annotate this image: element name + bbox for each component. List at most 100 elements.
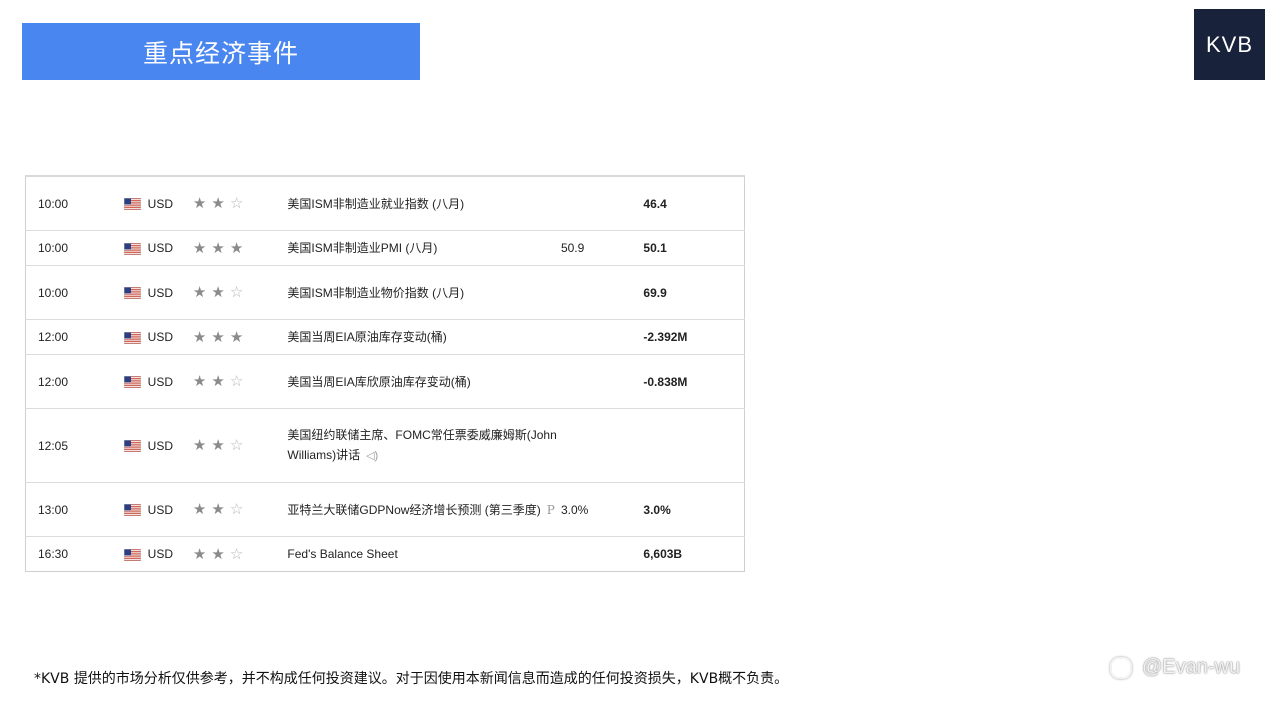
event-row: 12:00 USD ★ ★ ☆ 美国当周EIA库欣原油库存变动(桶) -0.838M xyxy=(25,354,745,409)
event-currency: USD xyxy=(147,354,193,409)
importance-stars: ★ ★ ★ xyxy=(192,230,288,266)
star-filled-icon: ★ xyxy=(192,328,207,346)
star-filled-icon: ★ xyxy=(192,373,207,390)
event-name: 亚特兰大联储GDPNow经济增长预测 (第三季度) xyxy=(287,502,541,517)
flag-cell xyxy=(123,482,148,537)
star-filled-icon: ★ xyxy=(211,373,225,390)
event-row: 10:00 USD ★ ★ ☆ 美国ISM非制造业就业指数 (八月) 46.4 xyxy=(25,176,745,231)
us-flag-icon xyxy=(123,197,141,211)
watermark-text: @Evan-wu xyxy=(1142,656,1241,678)
event-row: 16:30 USD ★ ★ ☆ Fed's Balance Sheet 6,603B xyxy=(26,537,745,572)
star-empty-icon: ☆ xyxy=(229,545,244,563)
star-empty-icon: ☆ xyxy=(229,284,244,301)
speaker-icon: ◁) xyxy=(366,450,379,462)
us-flag-icon xyxy=(123,331,141,345)
importance-stars: ★ ★ ☆ xyxy=(192,408,288,483)
us-flag-icon xyxy=(123,242,141,256)
event-name: 美国ISM非制造业PMI (八月) xyxy=(287,241,438,255)
event-currency: USD xyxy=(147,265,193,320)
event-row: 10:00 USD ★ ★ ★ 美国ISM非制造业PMI (八月) 50.9 50.1 xyxy=(25,230,745,266)
event-name: 美国ISM非制造业就业指数 (八月) xyxy=(287,196,465,211)
watermark: @Evan-wu xyxy=(1110,656,1240,679)
event-name: 美国ISM非制造业物价指数 (八月) xyxy=(287,285,465,300)
event-forecast xyxy=(560,408,644,483)
economic-events-table: 10:00 USD ★ ★ ☆ 美国ISM非制造业就业指数 (八月) 46.4 10:00 US… xyxy=(25,175,745,572)
event-row: 10:00 USD ★ ★ ☆ 美国ISM非制造业物价指数 (八月) 69.9 xyxy=(25,265,745,320)
event-row: 13:00 USD ★ ★ ☆ 亚特兰大联储GDPNow经济增长预测 (第三季度) P 3.0… xyxy=(25,482,745,537)
event-forecast xyxy=(560,176,644,231)
star-filled-icon: ★ xyxy=(211,239,225,257)
zhihu-icon xyxy=(1110,656,1132,679)
event-forecast xyxy=(560,265,644,320)
event-name: 美国当周EIA原油库存变动(桶) xyxy=(287,330,447,344)
event-cell: 美国当周EIA原油库存变动(桶) xyxy=(287,319,561,355)
page: 重点经济事件 KVB 10:00 USD ★ ★ ☆ 美国ISM非制造业就业指数 (八月)… xyxy=(0,0,1280,708)
star-filled-icon: ★ xyxy=(211,501,225,518)
event-row: 12:00 USD ★ ★ ★ 美国当周EIA原油库存变动(桶) -2.392M xyxy=(25,319,745,355)
importance-stars: ★ ★ ★ xyxy=(192,319,288,355)
kvb-logo: KVB xyxy=(1194,9,1265,80)
event-actual xyxy=(643,408,745,483)
star-filled-icon: ★ xyxy=(211,195,225,212)
flag-cell xyxy=(123,537,148,572)
flag-cell xyxy=(123,354,148,409)
event-name: Fed's Balance Sheet xyxy=(287,547,398,561)
event-time: 16:30 xyxy=(38,547,69,561)
star-empty-icon: ☆ xyxy=(229,373,244,390)
event-actual: 3.0% xyxy=(643,482,745,537)
star-filled-icon: ★ xyxy=(211,328,225,346)
event-time: 12:00 xyxy=(25,354,124,409)
event-actual: -2.392M xyxy=(643,319,745,355)
star-filled-icon: ★ xyxy=(211,284,225,301)
event-currency: USD xyxy=(147,482,193,537)
star-filled-icon: ★ xyxy=(229,328,244,346)
us-flag-icon xyxy=(123,548,141,562)
event-actual: 6,603B xyxy=(643,547,683,561)
title-banner: 重点经济事件 xyxy=(22,23,420,80)
event-cell: 美国纽约联储主席、FOMC常任票委威廉姆斯(John Williams)讲话 ◁) xyxy=(287,408,561,483)
star-filled-icon: ★ xyxy=(192,195,207,212)
event-cell: 美国ISM非制造业物价指数 (八月) xyxy=(287,265,561,320)
event-row: 12:05 USD ★ ★ ☆ 美国纽约联储主席、FOMC常任票委威廉姆斯(John Wi… xyxy=(25,408,745,483)
event-time: 12:05 xyxy=(25,408,124,483)
event-currency: USD xyxy=(147,547,173,561)
star-filled-icon: ★ xyxy=(229,239,244,257)
star-filled-icon: ★ xyxy=(192,545,207,563)
event-currency: USD xyxy=(147,176,193,231)
importance-stars: ★ ★ ☆ xyxy=(192,176,288,231)
event-cell: 美国ISM非制造业就业指数 (八月) xyxy=(287,176,561,231)
event-time: 13:00 xyxy=(25,482,124,537)
event-name: 美国纽约联储主席、FOMC常任票委威廉姆斯(John Williams)讲话 xyxy=(287,428,557,462)
star-filled-icon: ★ xyxy=(211,545,225,563)
star-empty-icon: ☆ xyxy=(229,501,244,518)
event-forecast: 3.0% xyxy=(560,482,644,537)
disclaimer-text: *KVB 提供的市场分析仅供参考，并不构成任何投资建议。对于因使用本新闻信息而造… xyxy=(34,671,789,687)
event-name: 美国当周EIA库欣原油库存变动(桶) xyxy=(287,374,471,389)
logo-text: KVB xyxy=(1205,31,1254,57)
us-flag-icon xyxy=(123,286,141,300)
event-currency: USD xyxy=(147,230,193,266)
star-filled-icon: ★ xyxy=(192,284,207,301)
star-filled-icon: ★ xyxy=(192,501,207,518)
importance-stars: ★ ★ ☆ xyxy=(192,482,288,537)
event-forecast xyxy=(560,319,644,355)
event-currency: USD xyxy=(147,319,193,355)
event-actual: -0.838M xyxy=(643,354,745,409)
importance-stars: ★ ★ ☆ xyxy=(192,265,288,320)
importance-stars: ★ ★ ☆ xyxy=(192,354,288,409)
page-title: 重点经济事件 xyxy=(142,38,299,68)
event-time: 12:00 xyxy=(25,319,124,355)
event-time: 10:00 xyxy=(25,230,124,266)
event-forecast: 50.9 xyxy=(560,230,644,266)
event-cell: 美国当周EIA库欣原油库存变动(桶) xyxy=(287,354,561,409)
event-currency: USD xyxy=(147,408,193,483)
flag-cell xyxy=(123,408,148,483)
event-cell: 亚特兰大联储GDPNow经济增长预测 (第三季度) P xyxy=(287,482,561,537)
event-actual: 69.9 xyxy=(643,265,745,320)
flag-cell xyxy=(123,176,148,231)
us-flag-icon xyxy=(123,375,141,389)
star-filled-icon: ★ xyxy=(192,437,207,454)
importance-stars: ★ ★ ☆ xyxy=(193,537,288,572)
event-actual: 50.1 xyxy=(643,230,745,266)
star-empty-icon: ☆ xyxy=(229,437,244,454)
